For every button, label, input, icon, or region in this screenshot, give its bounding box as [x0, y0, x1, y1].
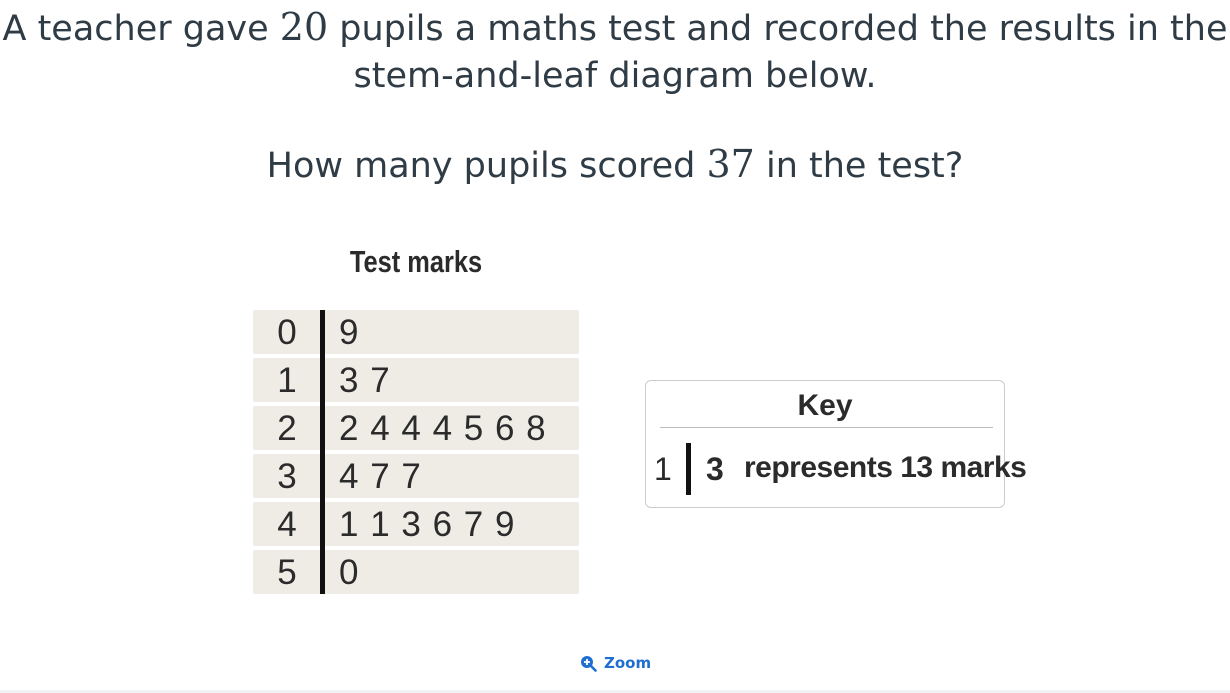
stem-leaf-row-1: 1 3 7	[253, 358, 579, 402]
prompt-text: How many pupils scored 37 in the test?	[266, 142, 964, 186]
stem-leaf-row-0: 0 9	[253, 310, 579, 354]
question-number: 20	[279, 5, 329, 49]
key-title: Key	[797, 389, 853, 422]
zoom-label: Zoom	[604, 654, 652, 672]
key-description: represents 13 marks	[744, 451, 1027, 484]
stem-value: 5	[277, 553, 297, 592]
question-text: A teacher gave 20 pupils a maths test an…	[0, 4, 1230, 100]
stem-value: 4	[277, 505, 297, 544]
stem-value: 1	[277, 361, 297, 400]
key-stem: 1	[654, 451, 672, 487]
key-divider-bar	[686, 443, 691, 495]
stem-leaf-row-2: 2 2 4 4 4 5 6 8	[253, 406, 579, 450]
stem-and-leaf-diagram: 0 9 1 3 7 2 2 4 4 4 5 6 8 3 4 7 7 4 1 1 …	[253, 308, 579, 594]
leaf-values: 1 1 3 6 7 9	[339, 505, 516, 544]
leaf-values: 9	[339, 313, 360, 352]
figure-title: Test marks	[349, 244, 483, 279]
stem-value: 0	[277, 313, 297, 352]
stem-value: 3	[277, 457, 297, 496]
question-line-2: stem-and-leaf diagram below.	[353, 56, 877, 96]
stem-leaf-row-5: 5 0	[253, 550, 579, 594]
leaf-values: 2 4 4 4 5 6 8	[339, 409, 547, 448]
leaf-values: 0	[339, 553, 360, 592]
key-leaf: 3	[706, 451, 724, 487]
stem-divider-line	[320, 310, 325, 594]
question-line-1: A teacher gave 20 pupils a maths test an…	[2, 5, 1228, 49]
stem-value: 2	[277, 409, 297, 448]
key-divider	[660, 427, 993, 428]
prompt-number: 37	[706, 142, 755, 186]
leaf-values: 4 7 7	[339, 457, 422, 496]
leaf-values: 3 7	[339, 361, 391, 400]
zoom-button[interactable]: Zoom	[580, 652, 651, 674]
stem-leaf-row-3: 3 4 7 7	[253, 454, 579, 498]
stem-leaf-row-4: 4 1 1 3 6 7 9	[253, 502, 579, 546]
key-box: Key 1 3 represents 13 marks	[645, 380, 1027, 508]
zoom-in-icon	[580, 655, 597, 672]
